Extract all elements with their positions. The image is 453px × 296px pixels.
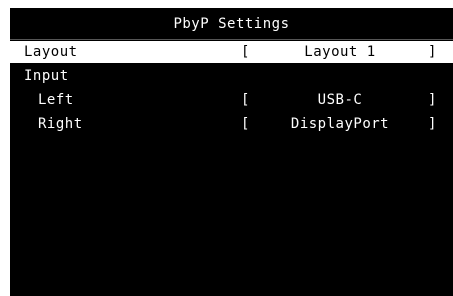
right-value: DisplayPort bbox=[290, 116, 390, 132]
menu-item-left[interactable]: Left [ USB-C ] bbox=[10, 89, 453, 111]
left-value: USB-C bbox=[317, 92, 363, 108]
layout-bracket-close: ] bbox=[428, 44, 437, 60]
left-bracket-open: [ bbox=[241, 92, 250, 108]
layout-value: Layout 1 bbox=[304, 44, 376, 60]
menu-title: PbyP Settings bbox=[173, 15, 290, 32]
menu-title-bar: PbyP Settings bbox=[10, 8, 453, 40]
menu-item-layout[interactable]: Layout [ Layout 1 ] bbox=[10, 41, 453, 63]
pbyp-settings-menu: PbyP Settings Layout [ Layout 1 ] Input … bbox=[10, 8, 453, 296]
right-bracket-open: [ bbox=[241, 116, 250, 132]
menu-item-input[interactable]: Input bbox=[10, 65, 453, 87]
input-label: Input bbox=[24, 68, 69, 84]
layout-label: Layout bbox=[24, 44, 78, 60]
left-bracket-close: ] bbox=[428, 92, 437, 108]
layout-bracket-open: [ bbox=[241, 44, 250, 60]
right-label: Right bbox=[38, 116, 83, 132]
left-label: Left bbox=[38, 92, 74, 108]
menu-item-right[interactable]: Right [ DisplayPort ] bbox=[10, 113, 453, 135]
right-bracket-close: ] bbox=[428, 116, 437, 132]
